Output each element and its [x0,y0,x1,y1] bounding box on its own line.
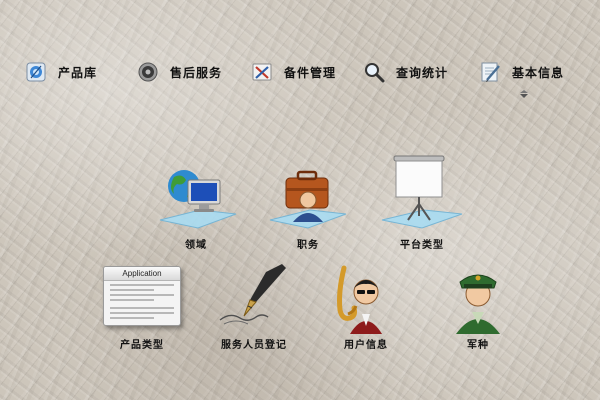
desktop-icon-military-branch[interactable]: 军种 [430,262,526,351]
main-menu-bar: 产品库 售后服务 备件管理 查询统计 基本信息 [0,58,600,86]
desktop-icon-label: 服务人员登记 [221,340,287,351]
desktop-icon-user-info[interactable]: 用户信息 [318,262,414,351]
notepad-pen-icon [478,60,502,84]
menu-item-label: 售后服务 [170,65,223,80]
menu-item-label: 基本信息 [512,65,565,80]
menu-item-label: 产品库 [58,65,98,80]
desktop-icon-label: 军种 [467,340,489,351]
chevron-down-icon[interactable] [519,84,529,98]
soldier-icon [430,262,526,334]
menu-item-label: 备件管理 [284,65,337,80]
projector-screen-icon [374,152,470,234]
saxophone-user-icon [318,262,414,334]
desktop-icon-service-staff-registration[interactable]: 服务人员登记 [206,262,302,351]
desktop-icon-label: 用户信息 [344,340,388,351]
desktop-icon-label: 职务 [297,240,319,251]
desktop-icon-domain[interactable]: 领域 [148,162,244,251]
menu-item-label: 查询统计 [396,65,449,80]
tools-icon [250,60,274,84]
application-window-title: Application [104,267,180,281]
menu-item-spare-parts[interactable]: 备件管理 [250,58,336,86]
menu-item-query-statistics[interactable]: 查询统计 [362,58,448,86]
menu-item-after-sales[interactable]: 售后服务 [136,58,222,86]
desktop-icon-label: 领域 [185,240,207,251]
desktop-icon-position[interactable]: 职务 [260,162,356,251]
briefcase-user-icon [260,162,356,234]
desktop-icon-label: 产品类型 [120,340,164,351]
desktop-icon-product-type[interactable]: Application 产品类型 [94,262,190,351]
menu-item-basic-info[interactable]: 基本信息 [478,58,564,86]
fountain-pen-icon [206,262,302,334]
product-library-icon [24,60,48,84]
globe-computer-icon [148,162,244,234]
application-window-icon: Application [94,262,190,334]
desktop-icon-platform-type[interactable]: 平台类型 [374,152,470,251]
menu-item-product-library[interactable]: 产品库 [24,58,97,86]
magnifier-icon [362,60,386,84]
desktop-icon-label: 平台类型 [400,240,444,251]
speaker-icon [136,60,160,84]
